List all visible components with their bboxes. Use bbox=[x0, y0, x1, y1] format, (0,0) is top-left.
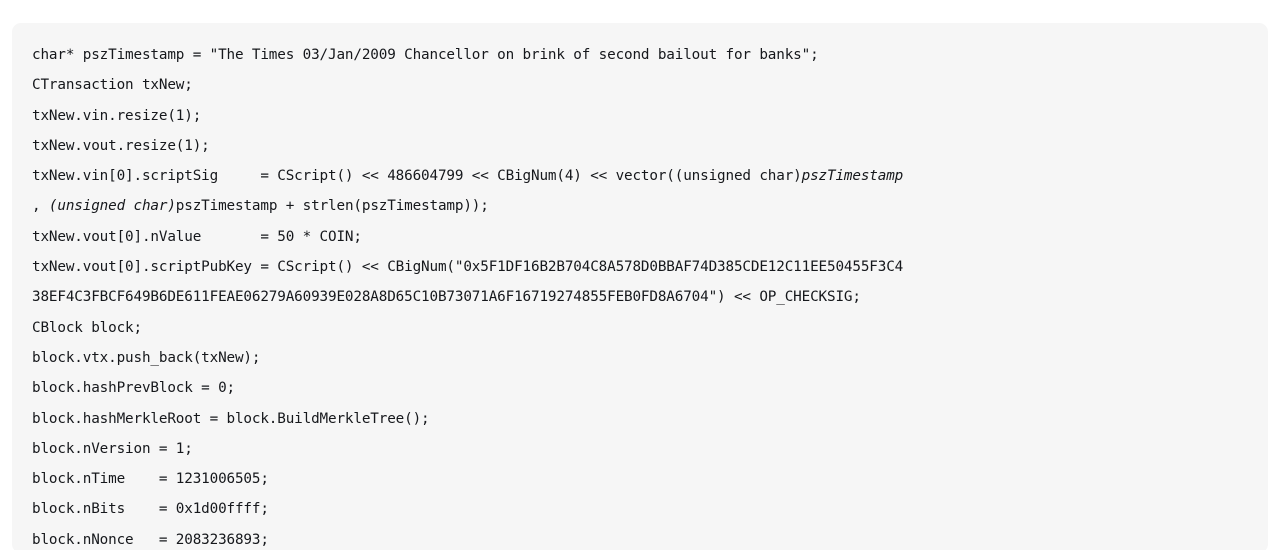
code-token-emphasis: (unsigned char) bbox=[48, 198, 176, 215]
code-token: txNew.vin[0].scriptSig = CScript() << 48… bbox=[32, 168, 802, 185]
code-line: txNew.vin.resize(1); bbox=[32, 101, 1248, 131]
code-line: block.nNonce = 2083236893; bbox=[32, 525, 1248, 550]
code-token: CTransaction txNew; bbox=[32, 77, 193, 94]
code-token: CBlock block; bbox=[32, 319, 142, 336]
code-token: txNew.vout.resize(1); bbox=[32, 137, 210, 154]
code-line: block.hashMerkleRoot = block.BuildMerkle… bbox=[32, 404, 1248, 434]
code-token: 38EF4C3FBCF649B6DE611FEAE06279A60939E028… bbox=[32, 289, 861, 306]
page-root: char* pszTimestamp = "The Times 03/Jan/2… bbox=[0, 0, 1280, 550]
code-token: block.hashPrevBlock = 0; bbox=[32, 380, 235, 397]
code-line: char* pszTimestamp = "The Times 03/Jan/2… bbox=[32, 40, 1248, 70]
code-token: block.hashMerkleRoot = block.BuildMerkle… bbox=[32, 410, 430, 427]
code-line: block.hashPrevBlock = 0; bbox=[32, 373, 1248, 403]
code-token: , bbox=[32, 198, 49, 215]
code-line: txNew.vout[0].nValue = 50 * COIN; bbox=[32, 222, 1248, 252]
code-line: txNew.vout[0].scriptPubKey = CScript() <… bbox=[32, 252, 1248, 282]
code-block[interactable]: char* pszTimestamp = "The Times 03/Jan/2… bbox=[12, 23, 1268, 550]
code-token: pszTimestamp + strlen(pszTimestamp)); bbox=[175, 198, 489, 215]
code-line: txNew.vin[0].scriptSig = CScript() << 48… bbox=[32, 161, 1248, 191]
code-line: , (unsigned char)pszTimestamp + strlen(p… bbox=[32, 191, 1248, 221]
code-line: CBlock block; bbox=[32, 313, 1248, 343]
code-token: txNew.vin.resize(1); bbox=[32, 107, 202, 124]
code-line: txNew.vout.resize(1); bbox=[32, 131, 1248, 161]
code-token: block.nNonce = 2083236893; bbox=[32, 531, 269, 548]
code-line: 38EF4C3FBCF649B6DE611FEAE06279A60939E028… bbox=[32, 282, 1248, 312]
code-line: block.vtx.push_back(txNew); bbox=[32, 343, 1248, 373]
code-line: block.nVersion = 1; bbox=[32, 434, 1248, 464]
code-line: block.nTime = 1231006505; bbox=[32, 464, 1248, 494]
code-token-emphasis: pszTimestamp bbox=[801, 168, 904, 185]
code-token: block.nTime = 1231006505; bbox=[32, 471, 269, 488]
code-token: block.nVersion = 1; bbox=[32, 440, 193, 457]
code-token: txNew.vout[0].scriptPubKey = CScript() <… bbox=[32, 259, 904, 276]
code-token: txNew.vout[0].nValue = 50 * COIN; bbox=[32, 228, 362, 245]
code-line: block.nBits = 0x1d00ffff; bbox=[32, 494, 1248, 524]
code-token: block.vtx.push_back(txNew); bbox=[32, 349, 261, 366]
code-token: block.nBits = 0x1d00ffff; bbox=[32, 501, 269, 518]
code-token: char* pszTimestamp = "The Times 03/Jan/2… bbox=[32, 47, 819, 63]
code-line: CTransaction txNew; bbox=[32, 70, 1248, 100]
